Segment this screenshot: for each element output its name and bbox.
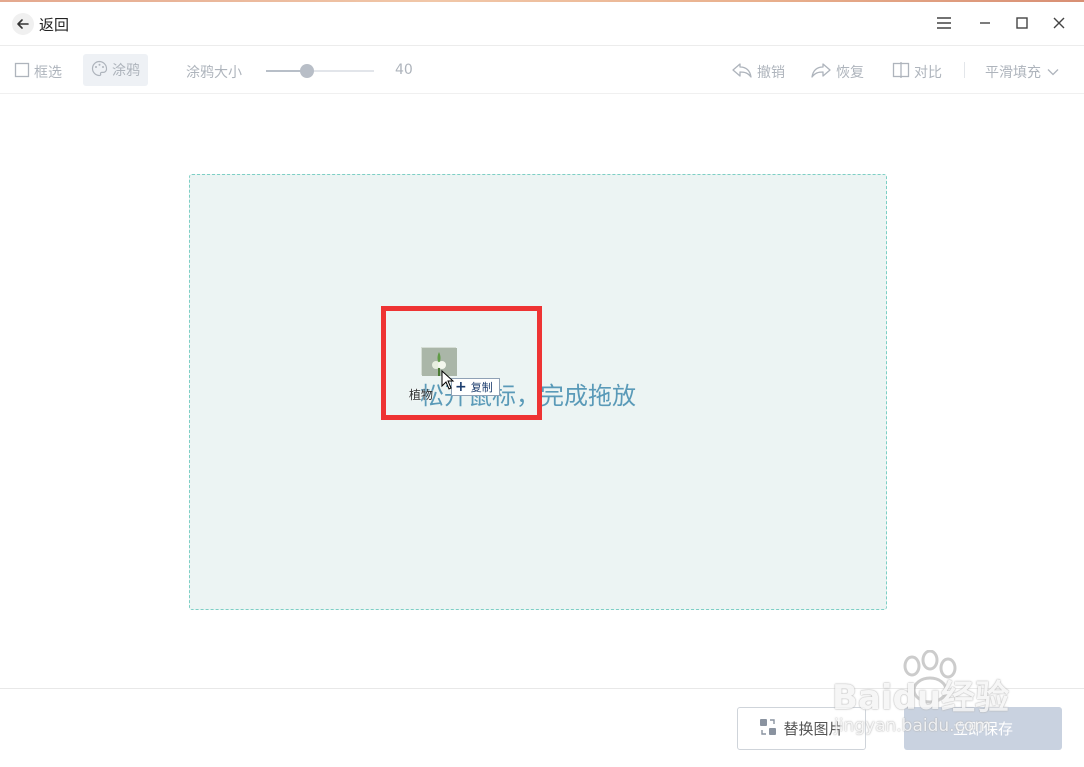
box-select-icon [14,62,30,82]
brush-size-label: 涂鸦大小 [186,56,242,88]
back-label: 返回 [39,15,70,34]
brush-size-slider[interactable] [266,64,374,78]
arrow-left-icon [12,13,34,35]
compare-button[interactable]: 对比 [892,56,942,88]
fill-mode-dropdown[interactable]: 平滑填充 [985,56,1059,88]
title-bar: 返回 [0,2,1084,46]
close-icon[interactable] [1050,14,1068,32]
select-tool-label: 框选 [34,65,62,81]
slider-thumb[interactable] [300,64,315,78]
save-now-label: 立即保存 [952,720,1013,738]
mouse-pointer-icon [441,369,455,394]
redo-label: 恢复 [836,65,864,81]
undo-button[interactable]: 撤销 [731,56,785,88]
save-now-button[interactable]: 立即保存 [904,707,1062,750]
replace-image-button[interactable]: 替换图片 [737,707,866,750]
compare-label: 对比 [914,65,942,81]
fill-mode-label: 平滑填充 [985,65,1041,81]
toolbar-divider [964,62,965,78]
redo-button[interactable]: 恢复 [810,56,864,88]
brush-size-value: 40 [395,62,413,78]
chevron-down-icon [1047,64,1059,80]
back-button[interactable]: 返回 [12,11,69,37]
undo-label: 撤销 [757,65,785,81]
plus-icon: + [455,379,467,395]
select-tool-button[interactable]: 框选 [14,56,62,88]
menu-icon[interactable] [935,14,953,32]
brush-size-text: 涂鸦大小 [186,65,242,81]
palette-icon [91,60,108,81]
minimize-icon[interactable] [976,14,994,32]
dragged-file-name: 植物 [409,388,434,402]
replace-image-icon [759,718,777,740]
copy-tooltip-label: 复制 [470,381,493,394]
maximize-icon[interactable] [1013,14,1031,32]
compare-icon [892,61,910,83]
undo-icon [731,61,753,83]
doodle-tool-button[interactable]: 涂鸦 [83,54,148,86]
copy-drag-tooltip: + 复制 [451,378,500,396]
replace-image-label: 替换图片 [783,720,844,738]
doodle-tool-label: 涂鸦 [112,63,140,79]
redo-icon [810,61,832,83]
